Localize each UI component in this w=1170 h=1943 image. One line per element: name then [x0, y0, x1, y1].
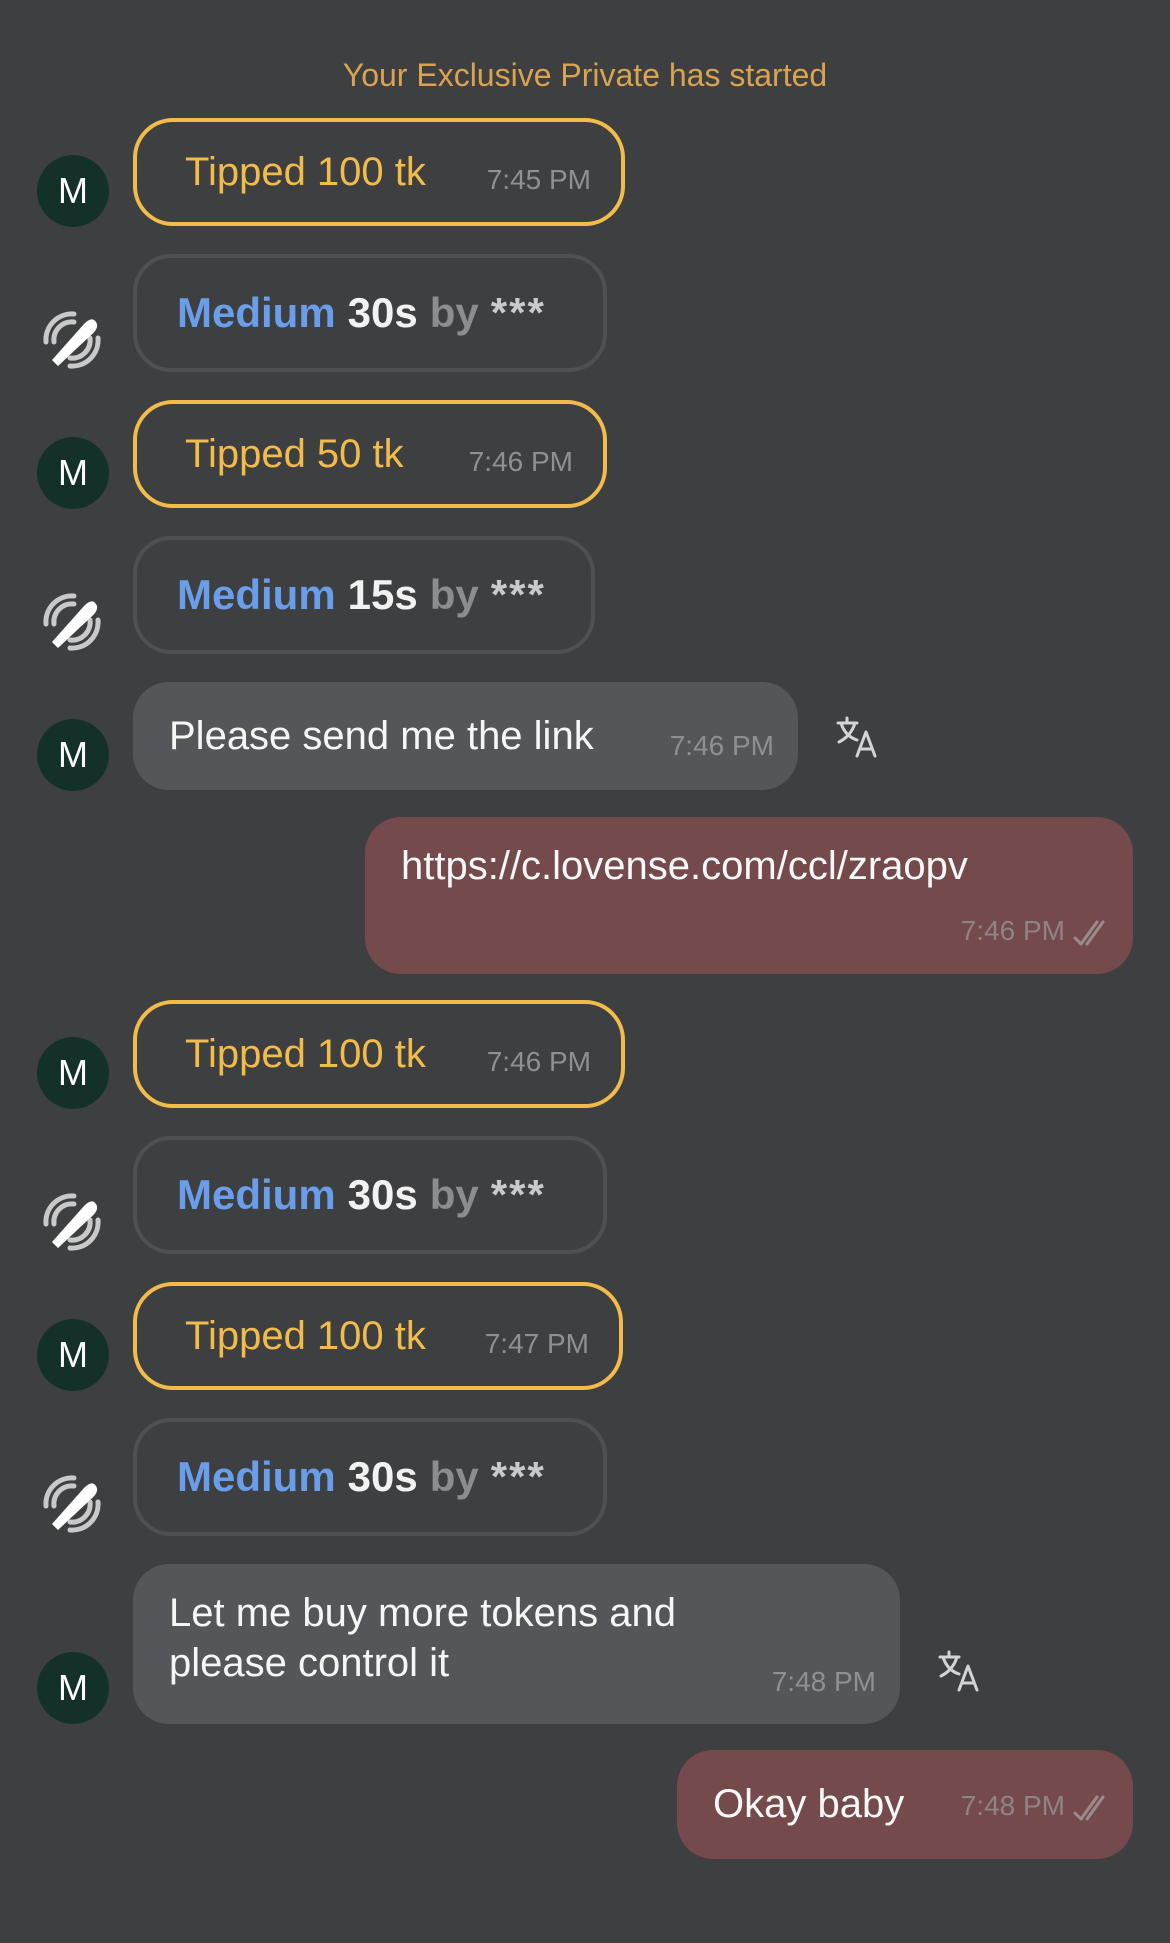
tip-message: Tipped 50 tk 7:46 PM — [133, 400, 607, 508]
translate-icon[interactable] — [835, 714, 881, 760]
toy-control-message: Medium 30s by *** — [133, 1418, 607, 1536]
tip-message: Tipped 100 tk 7:47 PM — [133, 1282, 623, 1390]
toy-control-message: Medium 30s by *** — [133, 1136, 607, 1254]
toy-by-label: by — [429, 1171, 479, 1218]
toy-by-label: by — [429, 1453, 479, 1500]
toy-vibration-icon — [43, 593, 101, 651]
tip-message: Tipped 100 tk 7:45 PM — [133, 118, 625, 226]
incoming-message: Please send me the link 7:46 PM — [133, 682, 798, 790]
outgoing-message: Okay baby 7:48 PM — [677, 1750, 1133, 1859]
message-time: 7:45 PM — [486, 164, 591, 195]
avatar[interactable]: M — [37, 155, 109, 227]
message-time: 7:46 PM — [669, 730, 774, 761]
toy-by-label: by — [429, 289, 479, 336]
message-text-line-1: Let me buy more tokens and — [169, 1591, 676, 1635]
toy-vibration-icon — [43, 1475, 101, 1533]
toy-by-label: by — [429, 571, 479, 618]
avatar[interactable]: M — [37, 437, 109, 509]
message-meta: 7:48 PM — [961, 1790, 1115, 1822]
message-text: Please send me the link — [169, 714, 594, 758]
double-check-icon — [1073, 920, 1105, 946]
toy-vibration-icon — [43, 311, 101, 369]
tip-text: Tipped 100 tk — [185, 149, 426, 194]
toy-user: *** — [490, 571, 546, 618]
toy-duration: 30s — [347, 1453, 418, 1500]
toy-vibration-icon — [43, 1193, 101, 1251]
toy-level: Medium — [177, 571, 336, 618]
toy-level: Medium — [177, 289, 336, 336]
message-time: 7:47 PM — [484, 1328, 589, 1359]
toy-user: *** — [490, 1171, 546, 1218]
toy-duration: 30s — [347, 289, 418, 336]
translate-icon[interactable] — [937, 1648, 983, 1694]
message-meta: 7:46 PM — [961, 915, 1115, 947]
avatar[interactable]: M — [37, 1319, 109, 1391]
outgoing-message: https://c.lovense.com/ccl/zraopv 7:46 PM — [365, 817, 1133, 974]
toy-control-message: Medium 15s by *** — [133, 536, 595, 654]
message-time: 7:48 PM — [960, 1790, 1065, 1821]
incoming-message: Let me buy more tokens and please contro… — [133, 1564, 900, 1724]
message-time: 7:46 PM — [468, 446, 573, 477]
toy-duration: 30s — [347, 1171, 418, 1218]
toy-duration: 15s — [347, 571, 418, 618]
system-message: Your Exclusive Private has started — [342, 57, 828, 93]
avatar[interactable]: M — [37, 1037, 109, 1109]
message-text-line-2: please control it — [169, 1641, 450, 1685]
toy-level: Medium — [177, 1171, 336, 1218]
tip-text: Tipped 100 tk — [185, 1313, 426, 1358]
toy-level: Medium — [177, 1453, 336, 1500]
message-time: 7:46 PM — [960, 915, 1065, 946]
message-text[interactable]: https://c.lovense.com/ccl/zraopv — [401, 841, 968, 891]
tip-text: Tipped 100 tk — [185, 1031, 426, 1076]
tip-text: Tipped 50 tk — [185, 431, 404, 476]
message-time: 7:48 PM — [771, 1666, 876, 1697]
message-text: Okay baby — [713, 1782, 905, 1826]
toy-user: *** — [490, 289, 546, 336]
avatar[interactable]: M — [37, 1652, 109, 1724]
toy-control-message: Medium 30s by *** — [133, 254, 607, 372]
message-time: 7:46 PM — [486, 1046, 591, 1077]
tip-message: Tipped 100 tk 7:46 PM — [133, 1000, 625, 1108]
double-check-icon — [1073, 1795, 1105, 1821]
avatar[interactable]: M — [37, 719, 109, 791]
toy-user: *** — [490, 1453, 546, 1500]
